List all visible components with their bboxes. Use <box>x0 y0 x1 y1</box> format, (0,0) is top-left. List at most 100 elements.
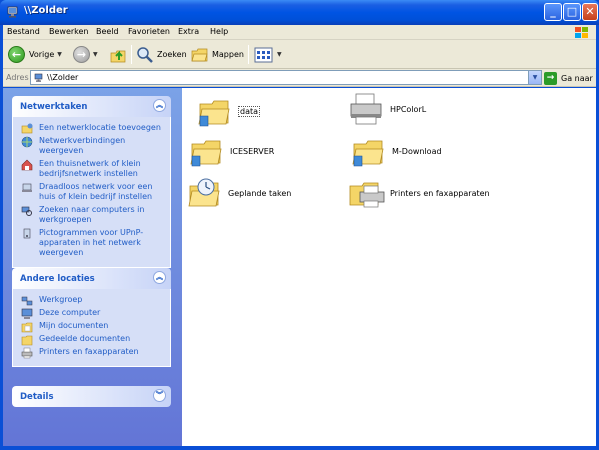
item-label: Printers en faxapparaten <box>390 188 490 198</box>
minimize-button[interactable]: _ <box>544 3 562 21</box>
network-folder-icon <box>7 6 18 18</box>
item-m-download[interactable]: M-Download <box>350 132 442 170</box>
collapse-chevron-icon[interactable]: ︽ <box>153 271 166 284</box>
my-computer-icon <box>21 308 33 319</box>
window-bottom-border <box>0 446 599 450</box>
item-printers-faxes[interactable]: Printers en faxapparaten <box>348 174 490 212</box>
place-my-documents[interactable]: Mijn documenten <box>13 321 170 333</box>
item-scheduled-tasks[interactable]: Geplande taken <box>186 174 291 212</box>
back-label: Vorige <box>29 50 55 59</box>
folders-icon <box>191 48 208 61</box>
item-label: Geplande taken <box>228 188 292 198</box>
place-my-computer[interactable]: Deze computer <box>13 308 170 319</box>
task-pane: Netwerktaken ︽ Een netwerklocatie toevoe… <box>3 88 182 446</box>
task-label: Een thuisnetwerk of klein bedrijfsnetwer… <box>39 159 141 178</box>
up-folder-icon <box>110 50 126 62</box>
menu-tools[interactable]: Extra <box>178 27 199 36</box>
menu-bar: Bestand Bewerken Beeld Favorieten Extra … <box>3 25 596 40</box>
search-button[interactable]: Zoeken <box>136 44 187 65</box>
details-header[interactable]: Details ︾ <box>12 386 171 407</box>
maximize-button[interactable]: □ <box>563 3 581 21</box>
folders-button[interactable]: Mappen <box>191 44 244 65</box>
menu-edit[interactable]: Bewerken <box>49 27 89 36</box>
task-setup-wireless[interactable]: Draadloos netwerk voor een huis of klein… <box>13 182 170 202</box>
item-label: ICESERVER <box>230 146 275 156</box>
views-icon <box>254 47 273 62</box>
forward-dropdown-icon[interactable]: ▼ <box>93 51 98 58</box>
task-view-network-connections[interactable]: Netwerkverbindingen weergeven <box>13 136 170 156</box>
network-tasks-panel: Netwerktaken ︽ Een netwerklocatie toevoe… <box>12 96 171 268</box>
toolbar: ← Vorige ▼ → ▼ Zoeken Mappen ▼ <box>3 40 596 69</box>
address-dropdown-icon[interactable]: ▼ <box>528 71 541 84</box>
workgroup-icon <box>21 296 33 306</box>
place-shared-documents[interactable]: Gedeelde documenten <box>13 334 170 346</box>
network-tasks-body: Een netwerklocatie toevoegen Netwerkverb… <box>12 117 171 268</box>
forward-arrow-icon: → <box>73 46 90 63</box>
printer-icon <box>350 93 382 125</box>
search-icon <box>137 46 153 63</box>
address-label: Adres <box>6 73 29 82</box>
shared-folder-icon <box>352 140 384 167</box>
place-label: Werkgroep <box>39 295 83 304</box>
views-button[interactable]: ▼ <box>254 44 282 65</box>
place-label: Deze computer <box>39 308 101 317</box>
place-label: Printers en faxapparaten <box>39 347 139 356</box>
shared-folder-icon <box>190 140 222 167</box>
scheduled-tasks-icon <box>188 178 220 207</box>
network-connections-icon <box>21 136 33 148</box>
details-title: Details <box>20 392 54 402</box>
other-places-header[interactable]: Andere locaties ︽ <box>12 268 171 289</box>
other-places-panel: Andere locaties ︽ Werkgroep Deze compute… <box>12 268 171 367</box>
shared-documents-icon <box>21 335 33 346</box>
task-add-network-place[interactable]: Een netwerklocatie toevoegen <box>13 123 170 134</box>
back-dropdown-icon[interactable]: ▼ <box>57 51 62 58</box>
search-computers-icon <box>21 206 32 216</box>
search-label: Zoeken <box>157 50 187 59</box>
place-workgroup[interactable]: Werkgroep <box>13 295 170 306</box>
back-button[interactable]: ← Vorige ▼ <box>8 44 62 65</box>
other-places-title: Andere locaties <box>20 274 95 284</box>
home-network-icon <box>21 159 33 171</box>
address-input[interactable]: \\Zolder ▼ <box>30 70 542 85</box>
task-search-computers[interactable]: Zoeken naar computers in werkgroepen <box>13 205 170 225</box>
task-label: Zoeken naar computers in werkgroepen <box>39 205 145 224</box>
item-hpcolorl[interactable]: HPColorL <box>348 90 426 128</box>
details-panel: Details ︾ <box>12 386 171 407</box>
network-tasks-header[interactable]: Netwerktaken ︽ <box>12 96 171 117</box>
item-data[interactable]: data <box>196 92 261 130</box>
windows-logo-icon <box>575 27 588 38</box>
menu-help[interactable]: Help <box>210 27 228 36</box>
file-view: data HPColorL ICESERVER M-Download Gepla… <box>182 88 596 446</box>
task-label: Netwerkverbindingen weergeven <box>39 136 126 155</box>
address-value: \\Zolder <box>47 73 79 82</box>
my-documents-icon <box>21 322 33 333</box>
item-iceserver[interactable]: ICESERVER <box>188 132 274 170</box>
folders-label: Mappen <box>212 50 244 59</box>
task-label: Pictogrammen voor UPnP-apparaten in het … <box>39 228 144 257</box>
forward-button[interactable]: → ▼ <box>73 44 98 65</box>
expand-chevron-icon[interactable]: ︾ <box>153 389 166 402</box>
item-label: data <box>238 105 261 117</box>
up-button[interactable] <box>109 44 127 65</box>
printers-faxes-folder-icon <box>349 182 385 208</box>
place-printers-faxes[interactable]: Printers en faxapparaten <box>13 347 170 359</box>
title-bar[interactable]: \\Zolder _ □ ✕ <box>0 0 599 25</box>
close-button[interactable]: ✕ <box>582 3 598 21</box>
views-dropdown-icon[interactable]: ▼ <box>277 51 282 58</box>
window-title: \\Zolder <box>24 5 68 16</box>
item-label: HPColorL <box>390 104 427 114</box>
go-button[interactable]: → Ga naar <box>544 71 593 85</box>
shared-folder-icon <box>198 100 230 127</box>
task-show-upnp-icons[interactable]: Pictogrammen voor UPnP-apparaten in het … <box>13 228 170 258</box>
address-bar: Adres \\Zolder ▼ → Ga naar <box>3 69 596 87</box>
collapse-chevron-icon[interactable]: ︽ <box>153 99 166 112</box>
go-label: Ga naar <box>561 73 593 83</box>
menu-view[interactable]: Beeld <box>96 27 119 36</box>
other-places-body: Werkgroep Deze computer Mijn documenten … <box>12 289 171 367</box>
menu-file[interactable]: Bestand <box>7 27 40 36</box>
explorer-window: \\Zolder _ □ ✕ Bestand Bewerken Beeld Fa… <box>0 0 599 450</box>
menu-favorites[interactable]: Favorieten <box>128 27 170 36</box>
wireless-icon <box>22 183 32 192</box>
back-arrow-icon: ← <box>8 46 25 63</box>
task-setup-home-network[interactable]: Een thuisnetwerk of klein bedrijfsnetwer… <box>13 159 170 179</box>
